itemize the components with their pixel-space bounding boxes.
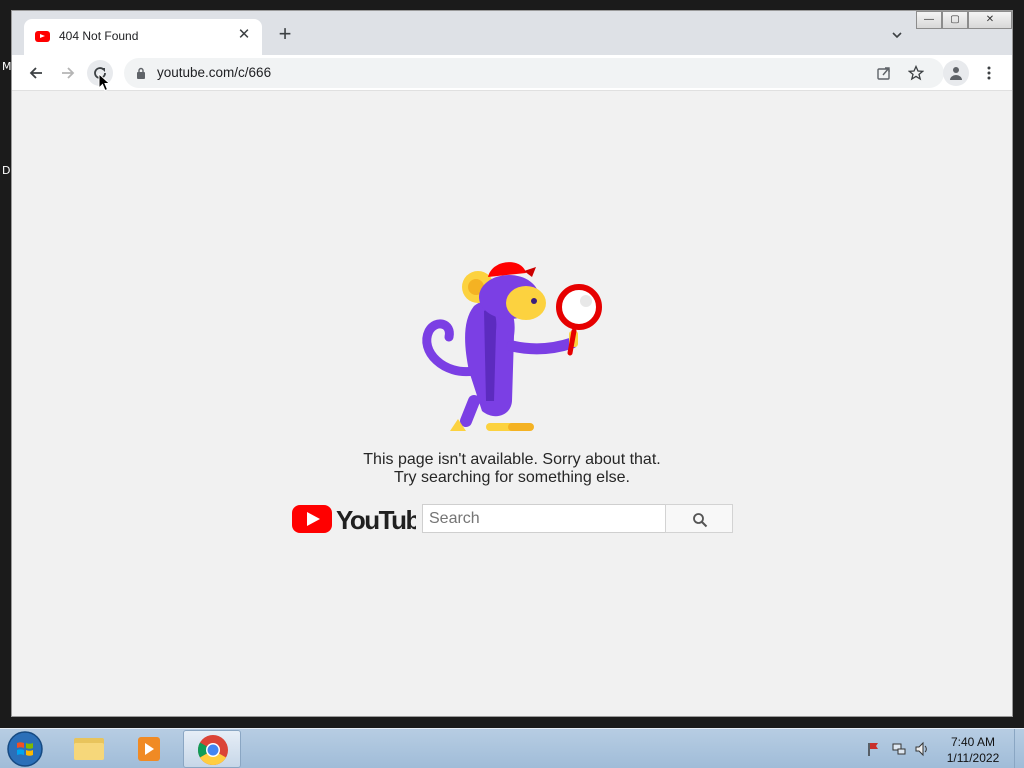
network-icon[interactable] [891, 741, 907, 757]
tab-close-icon[interactable]: ✕ [234, 25, 254, 45]
profile-button[interactable] [943, 60, 969, 86]
mouse-cursor-icon [98, 73, 110, 92]
windows-orb-icon [7, 731, 43, 767]
url-text[interactable]: youtube.com/c/666 [157, 65, 271, 80]
tab-strip: 404 Not Found ✕ + — ▢ ✕ [12, 11, 1012, 55]
page-content: This page isn't available. Sorry about t… [12, 91, 1012, 716]
start-button[interactable] [5, 730, 45, 768]
clock-time: 7:40 AM [950, 735, 996, 749]
forward-button[interactable] [55, 60, 81, 86]
monkey-mascot-illustration [422, 262, 602, 431]
tab-search-chevron-icon[interactable] [890, 28, 904, 42]
address-bar[interactable]: youtube.com/c/666 [124, 58, 944, 88]
youtube-search-input[interactable] [422, 504, 666, 533]
youtube-logo[interactable]: YouTube [292, 503, 416, 535]
taskbar-media-player[interactable] [120, 730, 178, 768]
clock-date: 1/11/2022 [946, 751, 1000, 765]
new-tab-button[interactable]: + [274, 23, 296, 46]
profile-avatar-icon [950, 67, 962, 80]
windows-taskbar: 7:40 AM 1/11/2022 [0, 728, 1024, 768]
youtube-logo-text: YouTube [336, 505, 416, 535]
tab-404[interactable]: 404 Not Found ✕ [24, 19, 262, 55]
system-clock[interactable]: 7:40 AM 1/11/2022 [935, 734, 1011, 766]
lock-icon[interactable] [136, 67, 146, 79]
window-minimize-button[interactable]: — [916, 11, 942, 29]
browser-window: 404 Not Found ✕ + — ▢ ✕ youtube.com/c/66… [11, 10, 1013, 717]
folder-icon [74, 738, 104, 760]
taskbar-explorer[interactable] [60, 730, 118, 768]
volume-icon[interactable] [914, 741, 930, 757]
youtube-search-button[interactable] [665, 504, 733, 533]
youtube-favicon-icon [35, 31, 50, 42]
media-player-icon [138, 737, 160, 761]
tab-title: 404 Not Found [59, 29, 139, 43]
chrome-icon [197, 735, 228, 766]
search-icon [693, 513, 708, 528]
forward-arrow-icon [62, 67, 75, 79]
share-icon[interactable] [876, 65, 892, 81]
action-center-flag-icon[interactable] [866, 741, 882, 757]
back-arrow-icon [29, 67, 42, 79]
browser-toolbar: youtube.com/c/666 [12, 55, 1012, 91]
menu-button[interactable] [976, 60, 1002, 86]
window-close-button[interactable]: ✕ [968, 11, 1012, 29]
back-button[interactable] [23, 60, 49, 86]
desktop-icon-label-d: D [2, 164, 11, 177]
bookmark-star-icon[interactable] [907, 64, 925, 81]
error-message-line-1: This page isn't available. Sorry about t… [363, 451, 661, 468]
show-desktop-button[interactable] [1014, 729, 1024, 768]
kebab-menu-icon [987, 66, 991, 80]
error-message-line-2: Try searching for something else. [394, 469, 630, 486]
taskbar-chrome[interactable] [183, 730, 241, 768]
window-maximize-button[interactable]: ▢ [942, 11, 968, 29]
